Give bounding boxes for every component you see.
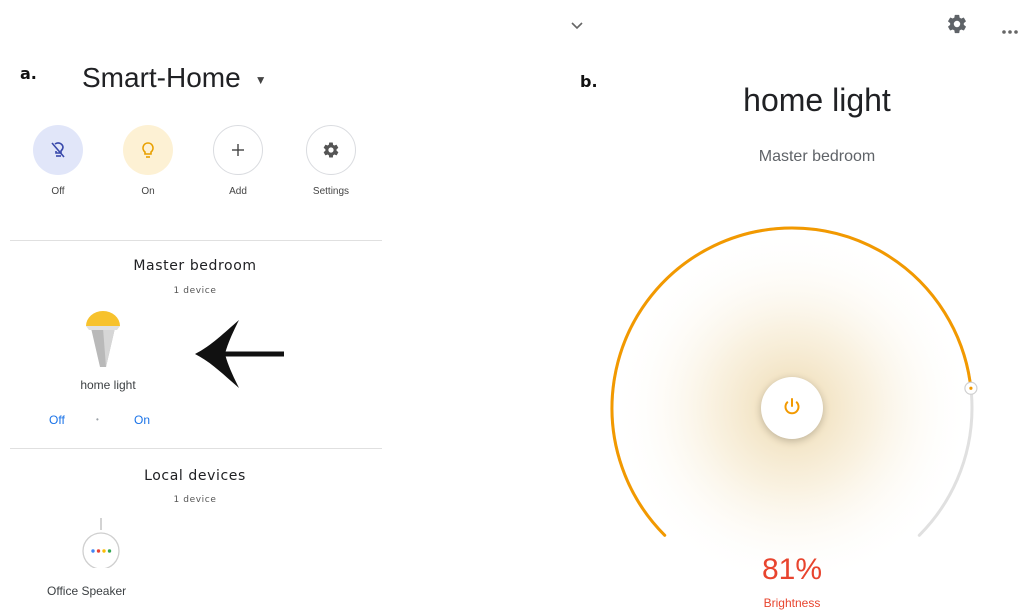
device-on-button[interactable]: On (134, 413, 150, 427)
room-device-count: 1 device (173, 495, 217, 505)
more-options-icon[interactable] (1001, 22, 1019, 40)
device-name: home light (80, 378, 136, 392)
power-button[interactable] (761, 377, 823, 439)
chip-label-settings: Settings (312, 186, 350, 197)
separator-dot: • (96, 415, 99, 424)
divider (10, 240, 382, 241)
light-off-icon (33, 125, 83, 175)
speaker-icon (78, 516, 124, 573)
device-off-button[interactable]: Off (49, 413, 65, 427)
all-lights-on-button[interactable]: On (108, 125, 188, 197)
chevron-down-icon[interactable] (570, 18, 584, 36)
plus-icon (213, 125, 263, 175)
caret-down-icon: ▼ (254, 73, 267, 87)
panel-a-label: a. (20, 64, 37, 83)
room-title-local-devices: Local devices (144, 468, 246, 484)
chip-label-on: On (141, 186, 155, 197)
room-device-count: 1 device (173, 286, 217, 296)
room-title-master-bedroom: Master bedroom (133, 258, 257, 274)
home-selector[interactable]: Smart-Home ▼ (82, 62, 267, 94)
device-room: Master bedroom (758, 148, 876, 165)
chip-label-add: Add (229, 186, 247, 197)
brightness-label: Brightness (763, 596, 821, 610)
device-tile-home-light[interactable] (72, 306, 134, 379)
device-title: home light (743, 82, 891, 118)
all-lights-off-button[interactable]: Off (18, 125, 98, 197)
bulb-icon (72, 306, 134, 379)
home-name: Smart-Home (82, 62, 241, 93)
device-name: Office Speaker (47, 584, 127, 598)
panel-b-label: b. (580, 72, 598, 91)
chip-label-off: Off (51, 186, 65, 197)
left-arrow-icon (193, 318, 287, 395)
add-button[interactable]: Add (198, 125, 278, 197)
brightness-value: 81% (761, 553, 823, 586)
settings-button[interactable]: Settings (291, 125, 371, 197)
power-icon (781, 395, 803, 422)
divider (10, 448, 382, 449)
device-tile-office-speaker[interactable] (78, 516, 124, 573)
gear-icon[interactable] (946, 13, 968, 40)
lightbulb-icon (123, 125, 173, 175)
gear-icon (306, 125, 356, 175)
